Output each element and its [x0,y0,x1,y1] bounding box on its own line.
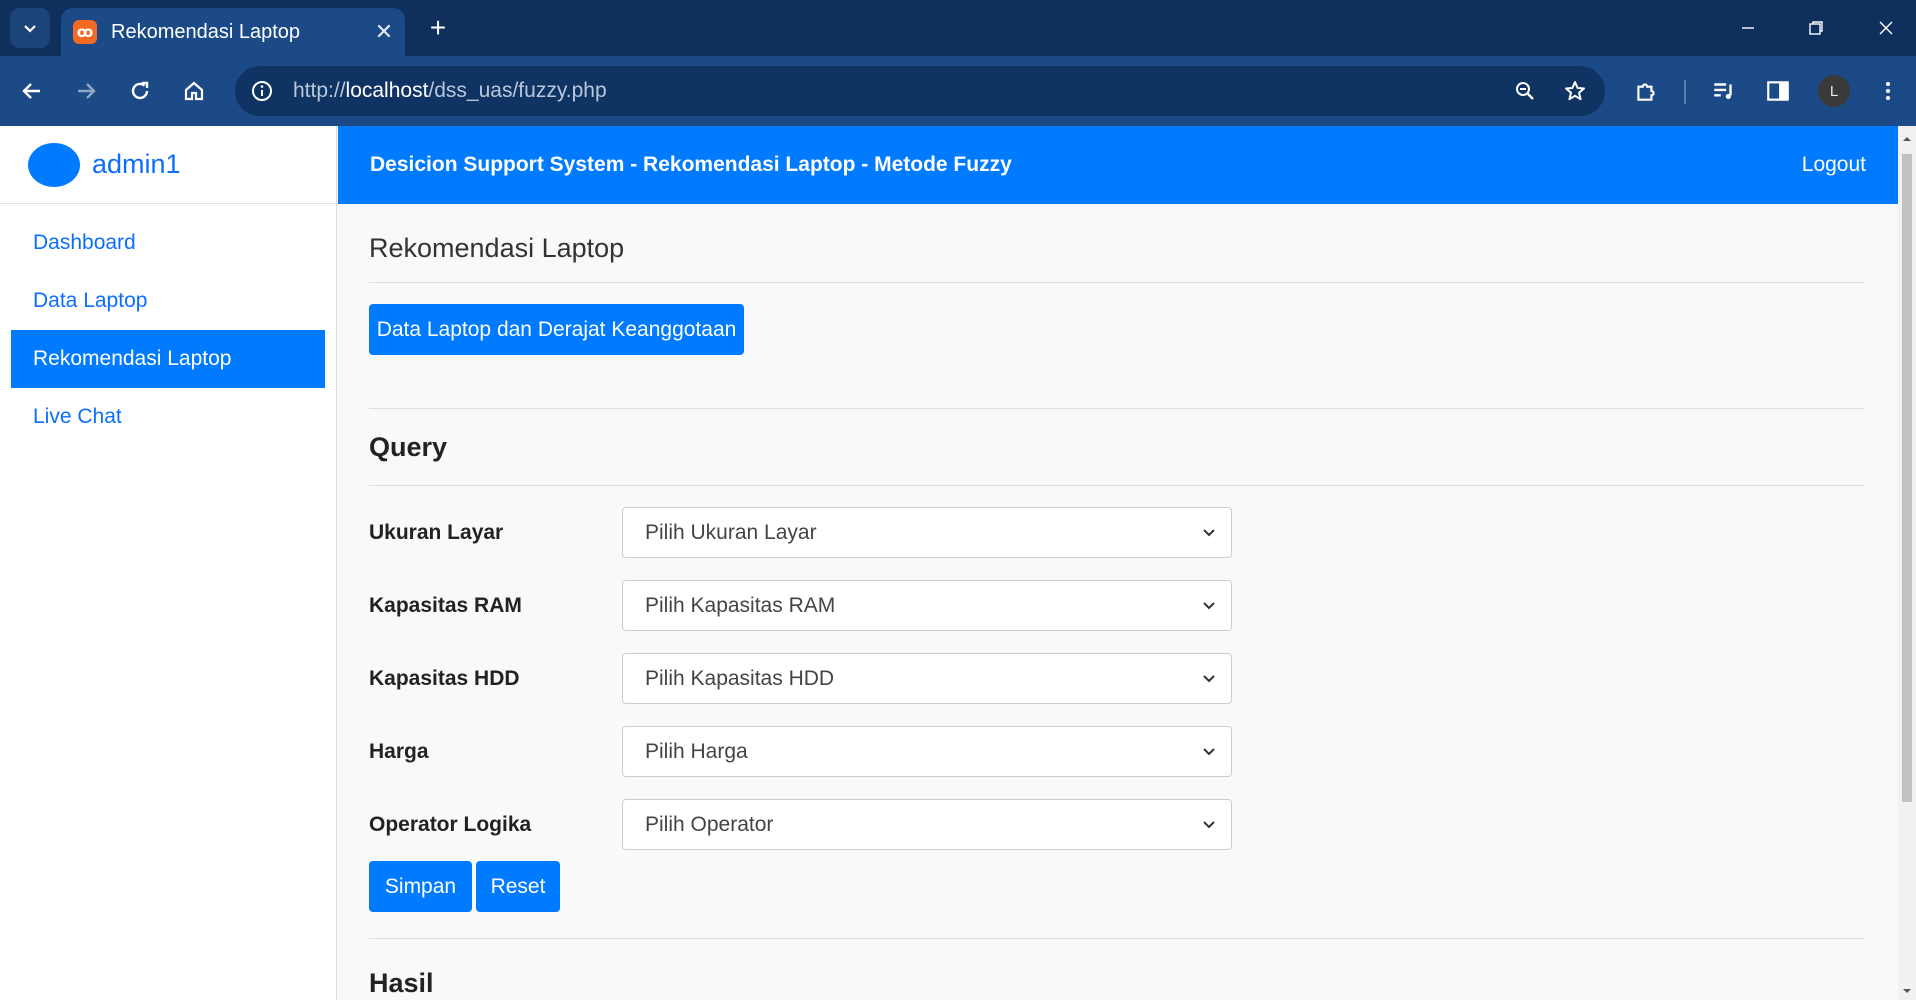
result-title: Hasil [369,968,434,998]
scroll-up-arrow-icon[interactable] [1902,134,1912,144]
sidebar-item-dashboard[interactable]: Dashboard [11,214,325,272]
close-window-button[interactable] [1858,8,1914,48]
profile-avatar[interactable]: L [1818,75,1850,107]
sidebar: admin1 Dashboard Data Laptop Rekomendasi… [0,126,337,1000]
browser-toolbar: http://localhost/dss_uas/fuzzy.php L [0,56,1916,126]
new-tab-button[interactable]: + [420,10,456,46]
avatar [28,142,80,187]
side-panel-icon[interactable] [1758,71,1798,111]
query-title: Query [369,431,448,462]
more-menu-icon[interactable] [1868,71,1908,111]
ukuran-layar-select[interactable]: Pilih Ukuran Layar [622,507,1232,558]
sidebar-item-rekomendasi-laptop[interactable]: Rekomendasi Laptop [11,330,325,388]
divider [369,282,1864,283]
operator-logika-value: Pilih Operator [645,812,774,836]
back-button[interactable] [12,71,52,111]
harga-label: Harga [369,739,429,763]
chevron-down-icon [1203,529,1215,537]
kapasitas-ram-label: Kapasitas RAM [369,593,522,617]
chevron-down-icon [1203,821,1215,829]
zoom-icon[interactable] [1505,71,1545,111]
url-path: /dss_uas/fuzzy.php [428,79,607,102]
url-host: localhost [345,79,429,102]
harga-value: Pilih Harga [645,739,748,763]
browser-tab-bar: ꝏ Rekomendasi Laptop ✕ + [0,0,1916,56]
close-icon [1879,21,1893,35]
scrollbar-thumb[interactable] [1902,154,1912,802]
top-navbar: Desicion Support System - Rekomendasi La… [338,126,1898,204]
chevron-down-icon [1203,602,1215,610]
tab-title: Rekomendasi Laptop [111,20,301,43]
kapasitas-ram-value: Pilih Kapasitas RAM [645,593,836,617]
ukuran-layar-value: Pilih Ukuran Layar [645,520,817,544]
toolbar-separator [1684,80,1686,104]
site-info-icon[interactable] [247,76,277,106]
kapasitas-ram-select[interactable]: Pilih Kapasitas RAM [622,580,1232,631]
user-panel: admin1 [0,126,336,204]
page-scrollbar[interactable] [1898,126,1916,1000]
operator-logika-select[interactable]: Pilih Operator [622,799,1232,850]
bookmark-star-icon[interactable] [1555,71,1595,111]
navbar-brand[interactable]: Desicion Support System - Rekomendasi La… [370,153,1802,177]
simpan-button[interactable]: Simpan [369,861,472,912]
form-row-harga: Harga Pilih Harga [369,715,1864,788]
chevron-down-icon [1203,748,1215,756]
username: admin1 [92,149,181,179]
form-row-ukuran-layar: Ukuran Layar Pilih Ukuran Layar [369,496,1864,569]
xampp-favicon-icon: ꝏ [73,20,97,44]
sidebar-item-live-chat[interactable]: Live Chat [11,388,325,446]
ukuran-layar-label: Ukuran Layar [369,520,504,544]
reload-icon [131,81,149,100]
browser-tab[interactable]: ꝏ Rekomendasi Laptop ✕ [61,8,405,56]
url-text[interactable]: http://localhost/dss_uas/fuzzy.php [293,79,1505,103]
restore-icon [1809,21,1823,35]
main-content: Rekomendasi Laptop Data Laptop dan Deraj… [369,204,1864,999]
tab-close-icon[interactable]: ✕ [369,19,399,45]
scroll-down-arrow-icon[interactable] [1902,986,1912,996]
chevron-down-icon [24,25,36,33]
address-bar[interactable]: http://localhost/dss_uas/fuzzy.php [235,66,1605,116]
extensions-icon[interactable] [1626,71,1666,111]
media-controls-icon[interactable] [1704,71,1744,111]
web-page: admin1 Dashboard Data Laptop Rekomendasi… [0,126,1898,1000]
page-title: Rekomendasi Laptop [369,233,625,263]
reset-button[interactable]: Reset [476,861,560,912]
operator-logika-label: Operator Logika [369,812,532,836]
sidebar-menu: Dashboard Data Laptop Rekomendasi Laptop… [0,204,336,446]
tab-search-button[interactable] [10,8,50,48]
forward-button[interactable] [66,71,106,111]
form-row-operator-logika: Operator Logika Pilih Operator [369,788,1864,861]
harga-select[interactable]: Pilih Harga [622,726,1232,777]
kapasitas-hdd-value: Pilih Kapasitas HDD [645,666,835,690]
home-icon [184,81,204,101]
kapasitas-hdd-label: Kapasitas HDD [369,666,520,690]
data-laptop-button[interactable]: Data Laptop dan Derajat Keanggotaan [369,304,744,355]
kapasitas-hdd-select[interactable]: Pilih Kapasitas HDD [622,653,1232,704]
minimize-button[interactable] [1720,8,1776,48]
logout-link[interactable]: Logout [1802,153,1866,177]
arrow-right-icon [78,83,96,99]
home-button[interactable] [174,71,214,111]
chevron-down-icon [1203,675,1215,683]
url-scheme: http:// [293,79,346,102]
form-row-kapasitas-ram: Kapasitas RAM Pilih Kapasitas RAM [369,569,1864,642]
restore-button[interactable] [1788,8,1844,48]
minimize-icon [1742,27,1754,29]
form-actions: Simpan Reset [369,861,1864,912]
arrow-left-icon [22,83,40,99]
sidebar-item-data-laptop[interactable]: Data Laptop [11,272,325,330]
reload-button[interactable] [120,71,160,111]
form-row-kapasitas-hdd: Kapasitas HDD Pilih Kapasitas HDD [369,642,1864,715]
